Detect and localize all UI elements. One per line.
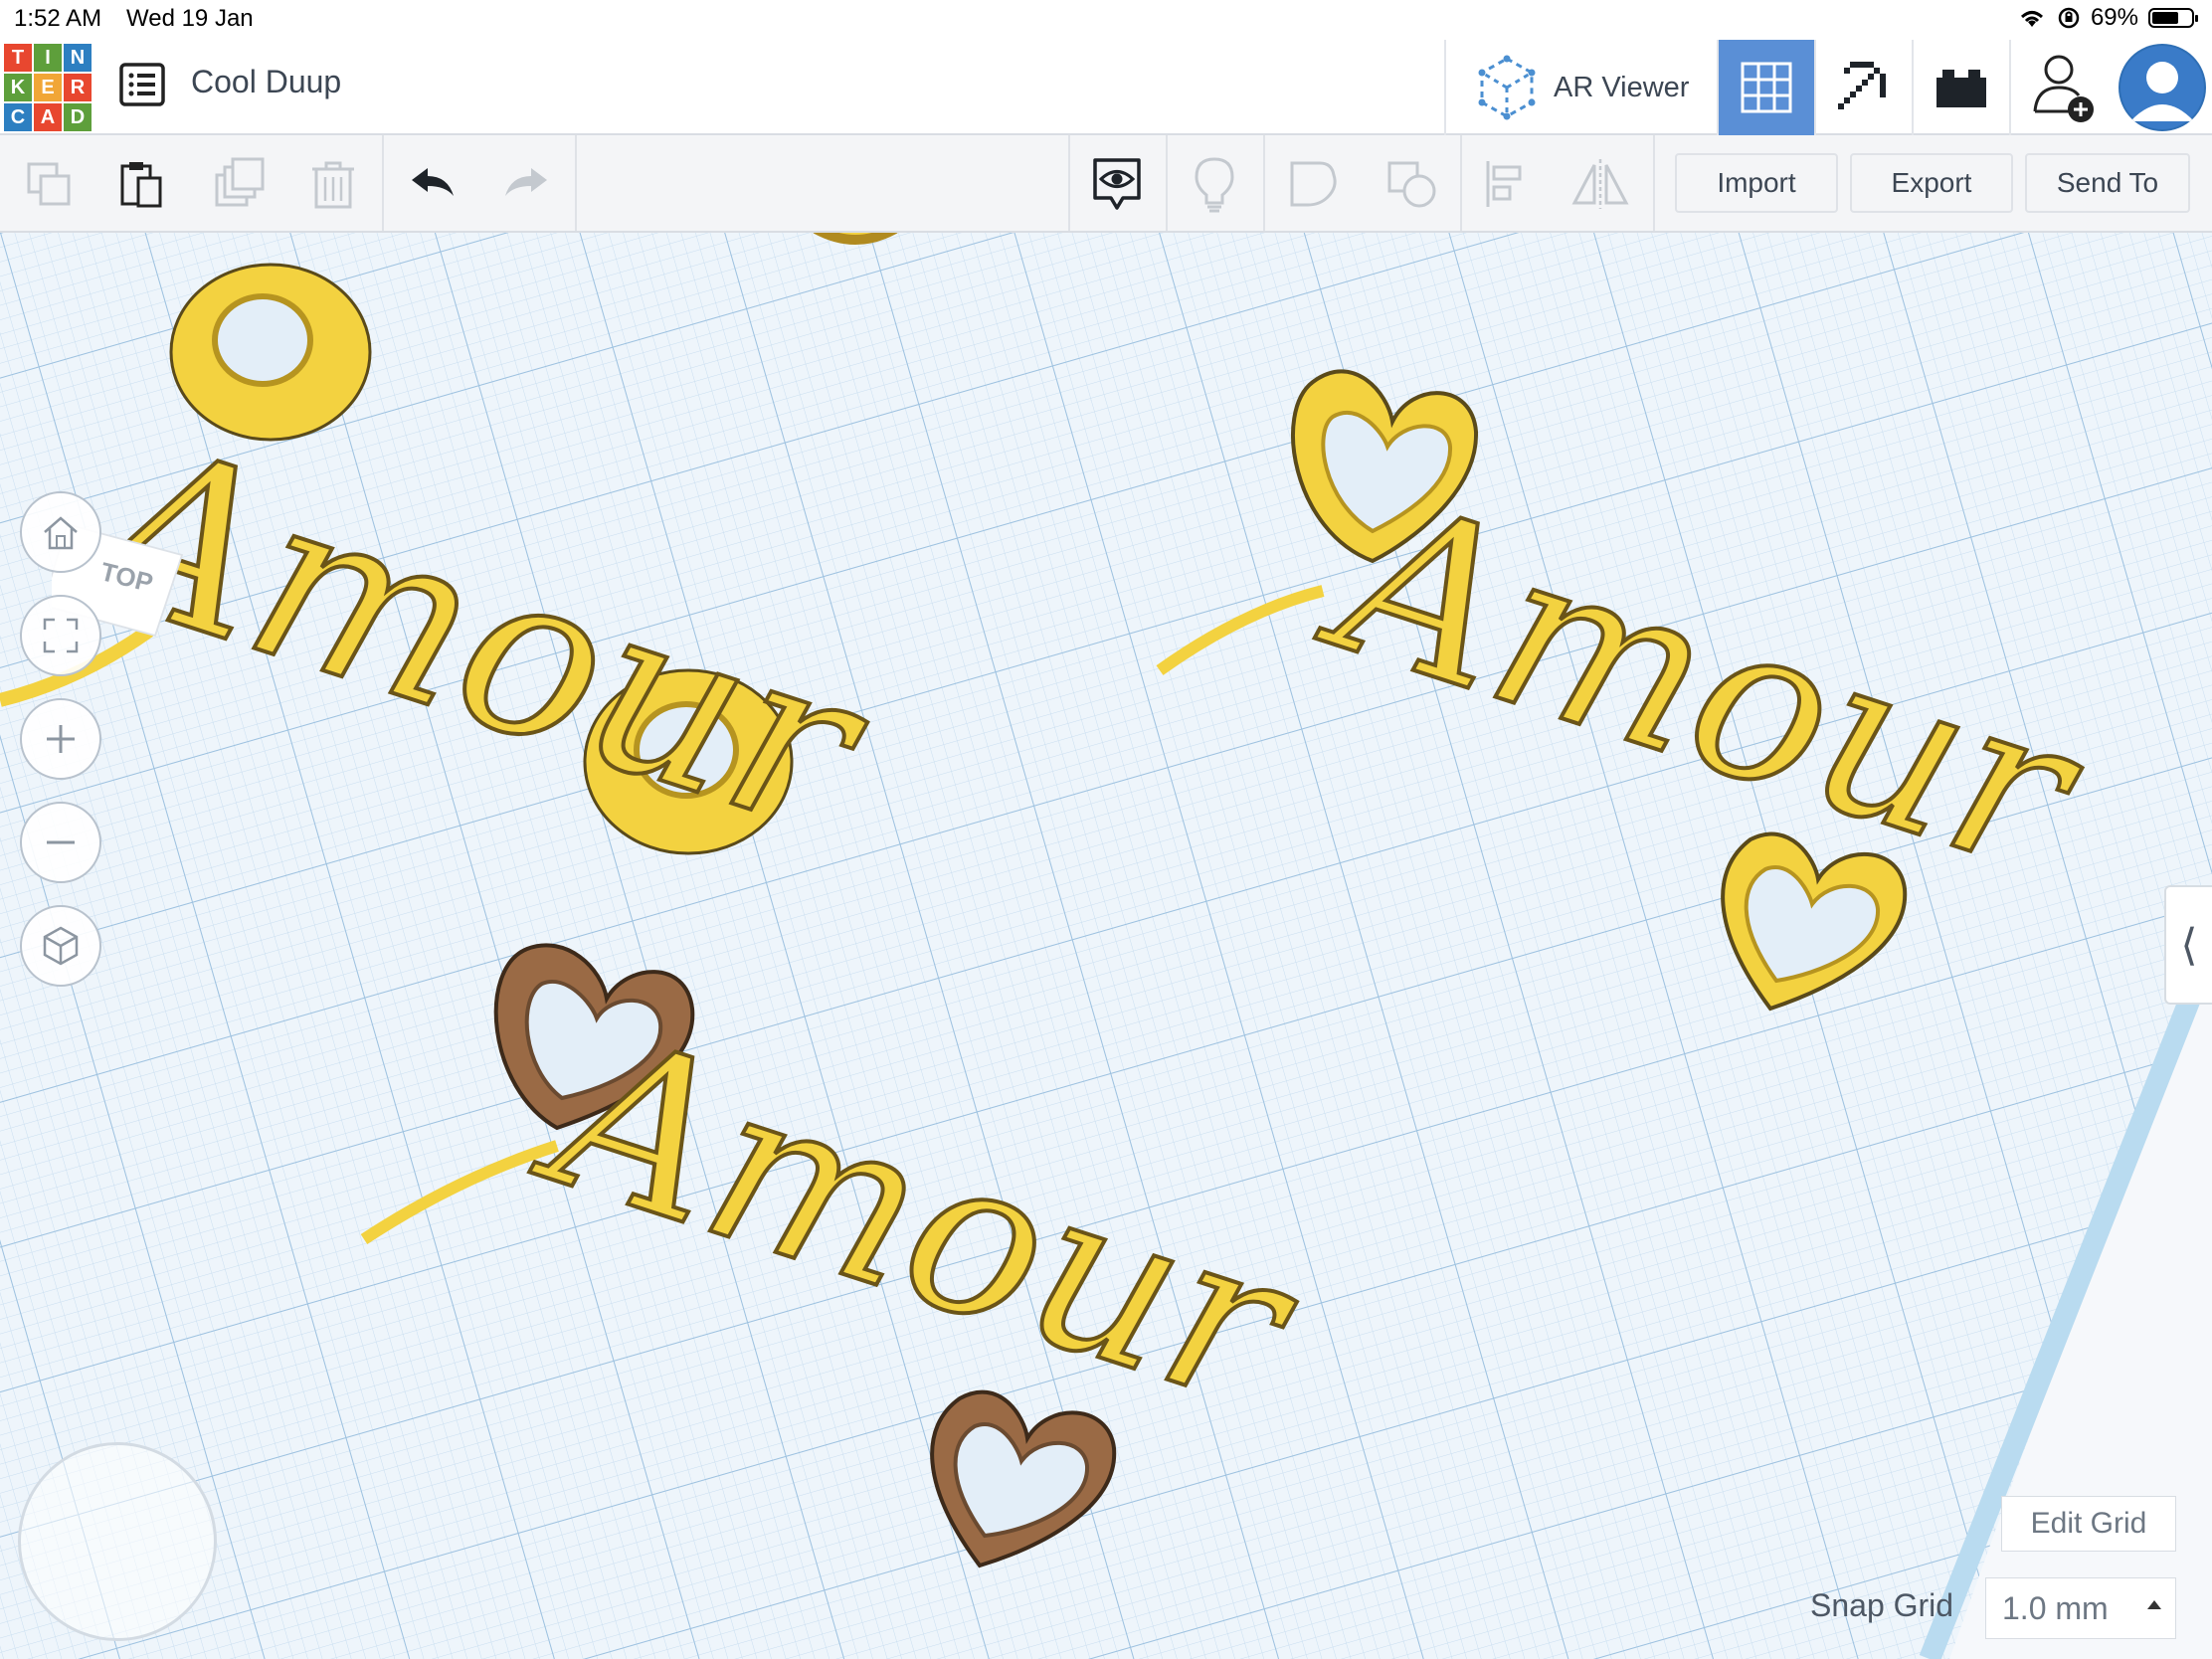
ar-viewer-button[interactable]: AR Viewer: [1444, 40, 1717, 135]
snap-grid-select[interactable]: 1.0 mm: [1985, 1577, 2176, 1639]
mirror-button[interactable]: [1566, 149, 1635, 219]
wifi-icon: [2020, 11, 2043, 27]
group-icon: [1290, 161, 1337, 207]
plus-icon: [47, 725, 75, 753]
align-button[interactable]: [1472, 149, 1542, 219]
workplane-grid: Amour Amour Amour: [0, 233, 2212, 1659]
minus-icon: [47, 840, 75, 844]
paste-button[interactable]: [105, 149, 175, 219]
export-button[interactable]: Export: [1850, 153, 2013, 213]
mirror-icon: [1571, 159, 1629, 209]
logo-letter: A: [34, 103, 62, 131]
zoom-out-button[interactable]: [20, 802, 101, 883]
battery-icon: [2148, 8, 2198, 28]
toolbar-divider: [382, 135, 384, 231]
undo-button[interactable]: [398, 149, 467, 219]
edit-grid-button[interactable]: Edit Grid: [2001, 1496, 2176, 1552]
edit-toolbar: Import Export Send To: [0, 135, 2212, 233]
workplane-canvas[interactable]: Amour Amour Amour TOP ⟨ Edit Grid Snap G…: [0, 233, 2212, 1659]
paste-icon: [120, 162, 162, 208]
logo-letter: I: [34, 44, 62, 72]
copy-icon: [27, 162, 71, 206]
status-indicators: 69%: [2017, 4, 2198, 32]
trash-icon: [312, 161, 354, 209]
caret-up-icon: [2147, 1600, 2161, 1609]
status-time: 1:52 AM: [14, 5, 102, 32]
logo-letter: T: [4, 44, 32, 72]
add-user-icon: [2033, 55, 2094, 122]
import-button[interactable]: Import: [1675, 153, 1838, 213]
toolbar-divider: [1166, 135, 1168, 231]
toolbar-divider: [1263, 135, 1265, 231]
ungroup-button[interactable]: [1377, 149, 1446, 219]
status-bar: 1:52 AM Wed 19 Jan 69%: [0, 0, 2212, 40]
blocks-view-button[interactable]: [1814, 40, 1912, 135]
home-icon: [44, 516, 78, 550]
orbit-joystick[interactable]: [18, 1442, 217, 1641]
grid-view-icon: [1741, 62, 1792, 113]
logo-letter: C: [4, 103, 32, 131]
toolbar-divider: [1068, 135, 1070, 231]
home-view-button[interactable]: [20, 491, 101, 573]
duplicate-icon: [215, 157, 265, 207]
pickaxe-icon: [1838, 62, 1886, 109]
undo-icon: [412, 168, 454, 196]
ar-cube-icon: [1478, 55, 1536, 120]
snap-grid-value: 1.0 mm: [2002, 1589, 2109, 1626]
notes-visibility-button[interactable]: [1082, 149, 1152, 219]
bricks-view-button[interactable]: [1912, 40, 2009, 135]
chevron-left-icon: ⟨: [2180, 920, 2198, 970]
copy-button[interactable]: [14, 149, 84, 219]
user-avatar[interactable]: [2119, 44, 2206, 131]
duplicate-button[interactable]: [205, 149, 275, 219]
invite-collaborator-button[interactable]: [2009, 40, 2117, 135]
fit-to-view-icon: [43, 618, 79, 653]
brick-icon: [1936, 70, 1986, 107]
perspective-cube-icon: [43, 926, 79, 966]
ar-viewer-label: AR Viewer: [1554, 71, 1690, 103]
toolbar-divider: [1653, 135, 1655, 231]
orientation-lock-icon: [2058, 7, 2080, 29]
delete-button[interactable]: [298, 149, 368, 219]
notes-tool-button[interactable]: [1180, 149, 1249, 219]
design-title[interactable]: Cool Duup: [191, 64, 341, 100]
shapes-panel-toggle[interactable]: ⟨: [2164, 885, 2212, 1005]
align-icon: [1486, 161, 1522, 207]
app-header: T I N K E R C A D Cool Duup AR Viewer: [0, 40, 2212, 135]
snap-grid-label: Snap Grid: [1810, 1587, 1954, 1623]
group-button[interactable]: [1279, 149, 1349, 219]
logo-letter: D: [64, 103, 92, 131]
toolbar-divider: [1460, 135, 1462, 231]
list-icon: [119, 63, 165, 106]
redo-button[interactable]: [491, 149, 561, 219]
logo-letter: E: [34, 74, 62, 101]
design-list-button[interactable]: [117, 60, 167, 109]
fit-view-button[interactable]: [20, 595, 101, 676]
redo-icon: [505, 168, 547, 196]
zoom-in-button[interactable]: [20, 698, 101, 780]
user-avatar-icon: [2120, 46, 2204, 129]
perspective-toggle-button[interactable]: [20, 905, 101, 987]
tinkercad-logo[interactable]: T I N K E R C A D: [4, 44, 92, 131]
ungroup-icon: [1387, 161, 1436, 208]
send-to-button[interactable]: Send To: [2025, 153, 2190, 213]
logo-letter: N: [64, 44, 92, 72]
logo-letter: K: [4, 74, 32, 101]
lightbulb-icon: [1195, 157, 1234, 213]
eye-speech-icon: [1093, 158, 1141, 210]
logo-letter: R: [64, 74, 92, 101]
3d-design-view-button[interactable]: [1717, 40, 1814, 135]
status-date: Wed 19 Jan: [126, 5, 254, 32]
toolbar-divider: [575, 135, 577, 231]
battery-percent: 69%: [2090, 4, 2138, 31]
